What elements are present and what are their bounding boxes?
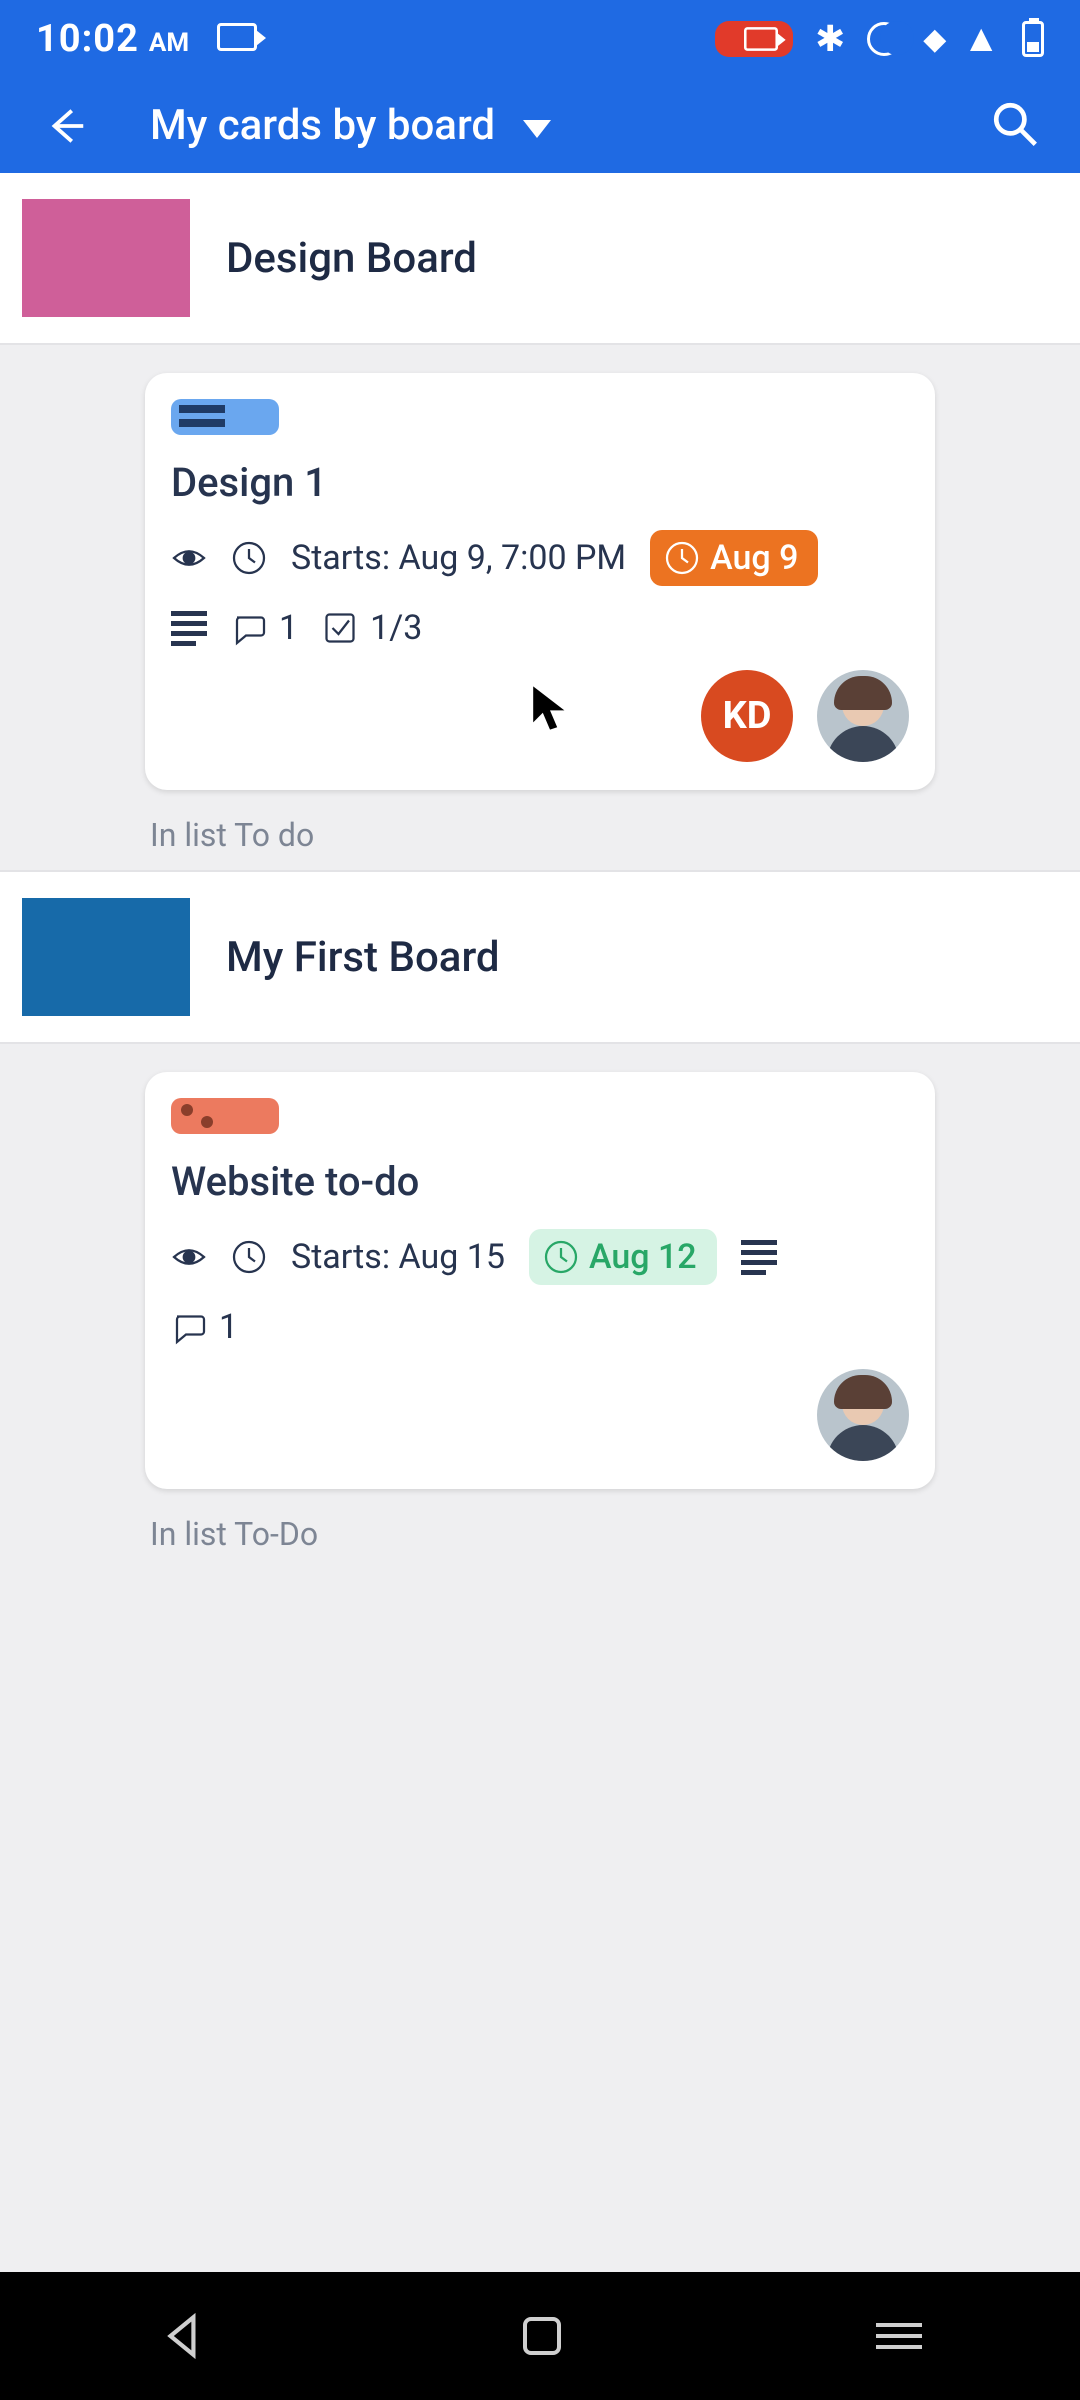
dnd-icon [867, 22, 901, 56]
chevron-down-icon [523, 120, 551, 138]
member-avatar[interactable]: KD [701, 670, 793, 762]
board-name: My First Board [226, 933, 500, 982]
status-time: 10:02 [36, 17, 139, 61]
card-meta-row-2: 1 [171, 1307, 909, 1347]
nav-back-button[interactable] [158, 2311, 208, 2361]
card-members: KD [171, 670, 909, 762]
data-arrows-icon: ◆ [923, 22, 940, 57]
board-header[interactable]: Design Board [0, 173, 1080, 345]
clock-icon [664, 540, 700, 576]
comment-count: 1 [279, 608, 298, 648]
comment-count: 1 [219, 1307, 238, 1347]
back-button[interactable] [34, 94, 98, 158]
nav-recent-button[interactable] [876, 2316, 922, 2356]
checklist-icon [322, 610, 358, 646]
status-left: 10:02 AM [36, 17, 257, 61]
comment-icon [231, 610, 267, 646]
due-date-text: Aug 12 [589, 1237, 697, 1277]
list-caption: In list To do [150, 816, 1080, 854]
due-date-badge: Aug 12 [529, 1229, 717, 1285]
bluetooth-icon: ✱ [815, 18, 845, 60]
status-bar: 10:02 AM ✱ ◆ ▲ [0, 0, 1080, 78]
card[interactable]: Website to-do Starts: Aug 15 Aug 12 1 [145, 1072, 935, 1489]
card-members [171, 1369, 909, 1461]
start-date-text: Starts: Aug 15 [291, 1237, 505, 1277]
arrow-left-icon [43, 103, 89, 149]
clock-icon [231, 1239, 267, 1275]
nav-home-button[interactable] [523, 2317, 561, 2355]
clock-icon [231, 540, 267, 576]
start-date-text: Starts: Aug 9, 7:00 PM [291, 538, 626, 578]
due-date-badge: Aug 9 [650, 530, 818, 586]
member-avatar[interactable] [817, 670, 909, 762]
board-header[interactable]: My First Board [0, 872, 1080, 1044]
list-caption: In list To-Do [150, 1515, 1080, 1553]
view-selector[interactable]: My cards by board [150, 101, 551, 150]
screen-record-icon [715, 21, 793, 57]
card-meta-row-1: Starts: Aug 9, 7:00 PM Aug 9 [171, 530, 909, 586]
card-title: Website to-do [171, 1158, 909, 1205]
search-button[interactable] [990, 99, 1040, 153]
card-area: Design 1 Starts: Aug 9, 7:00 PM Aug 9 1 … [0, 345, 1080, 870]
card-area: Website to-do Starts: Aug 15 Aug 12 1 In… [0, 1044, 1080, 1569]
status-ampm: AM [149, 28, 189, 58]
screen: 10:02 AM ✱ ◆ ▲ My cards by board Design … [0, 0, 1080, 2400]
comment-icon [171, 1309, 207, 1345]
status-right: ✱ ◆ ▲ [715, 18, 1044, 60]
card[interactable]: Design 1 Starts: Aug 9, 7:00 PM Aug 9 1 … [145, 373, 935, 790]
board-name: Design Board [226, 234, 477, 283]
member-avatar[interactable] [817, 1369, 909, 1461]
due-date-text: Aug 9 [710, 538, 798, 578]
card-label [171, 1098, 279, 1134]
wifi-icon: ▲ [962, 20, 1000, 58]
app-bar: My cards by board [0, 78, 1080, 173]
description-icon [741, 1240, 777, 1275]
card-meta-row-2: 1 1/3 [171, 608, 909, 648]
description-icon [171, 611, 207, 646]
card-meta-row-1: Starts: Aug 15 Aug 12 [171, 1229, 909, 1285]
card-label [171, 399, 279, 435]
battery-icon [1022, 21, 1044, 57]
watch-icon [171, 540, 207, 576]
clock-icon [543, 1239, 579, 1275]
search-icon [990, 99, 1040, 149]
board-color-swatch [22, 199, 190, 317]
android-nav-bar [0, 2272, 1080, 2400]
board-color-swatch [22, 898, 190, 1016]
watch-icon [171, 1239, 207, 1275]
checklist-count: 1/3 [370, 608, 422, 648]
camera-icon [217, 23, 257, 51]
app-title: My cards by board [150, 101, 495, 150]
card-title: Design 1 [171, 459, 909, 506]
